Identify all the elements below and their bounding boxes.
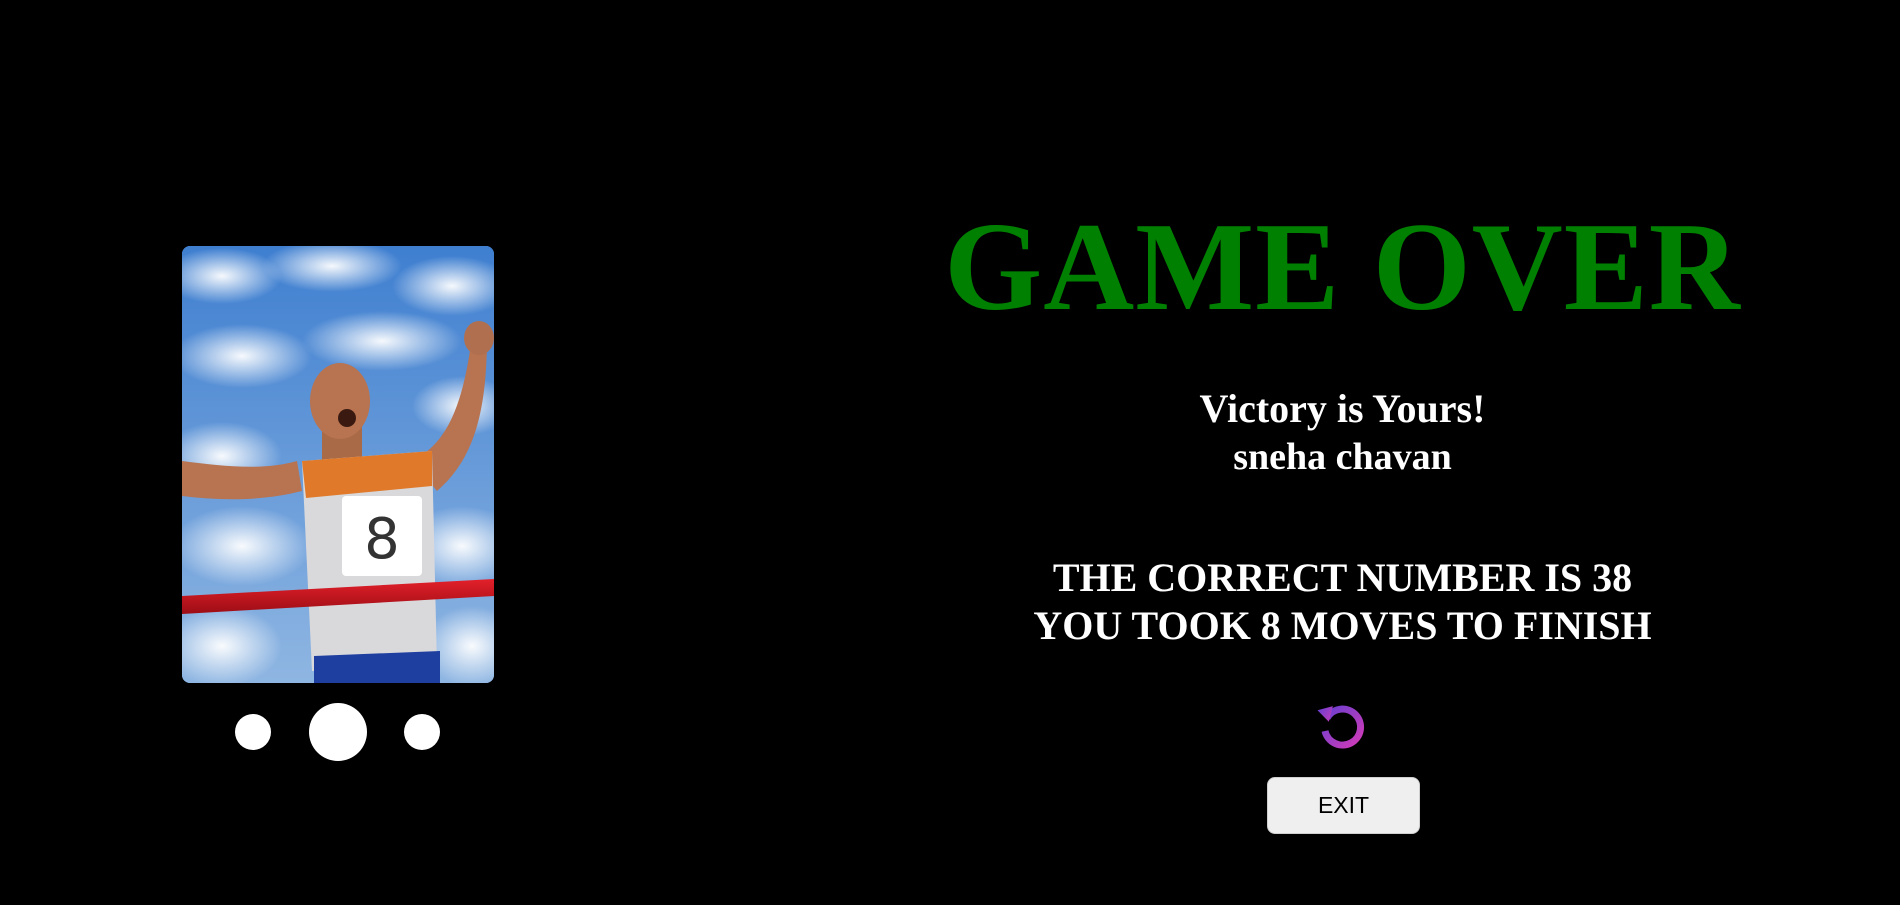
runner-finish-line-photo-icon: 8 bbox=[182, 246, 494, 683]
victory-message: Victory is Yours! bbox=[1199, 386, 1486, 431]
player-name: sneha chavan bbox=[1233, 436, 1452, 478]
carousel-dot-1[interactable] bbox=[235, 714, 271, 750]
carousel-dot-3[interactable] bbox=[404, 714, 440, 750]
result-panel: GAME OVER Victory is Yours! sneha chavan… bbox=[900, 0, 1785, 905]
restart-button[interactable] bbox=[1315, 698, 1369, 752]
carousel-dots bbox=[182, 700, 494, 764]
correct-number-text: THE CORRECT NUMBER IS 38 bbox=[1052, 555, 1633, 600]
carousel-dot-2-active[interactable] bbox=[309, 703, 367, 761]
svg-text:8: 8 bbox=[364, 507, 400, 572]
restart-icon bbox=[1317, 705, 1365, 749]
game-over-title: GAME OVER bbox=[944, 198, 1741, 337]
moves-taken-text: YOU TOOK 8 MOVES TO FINISH bbox=[1033, 603, 1652, 648]
runner-photo: 8 bbox=[182, 246, 494, 683]
exit-button[interactable]: EXIT bbox=[1267, 777, 1420, 834]
